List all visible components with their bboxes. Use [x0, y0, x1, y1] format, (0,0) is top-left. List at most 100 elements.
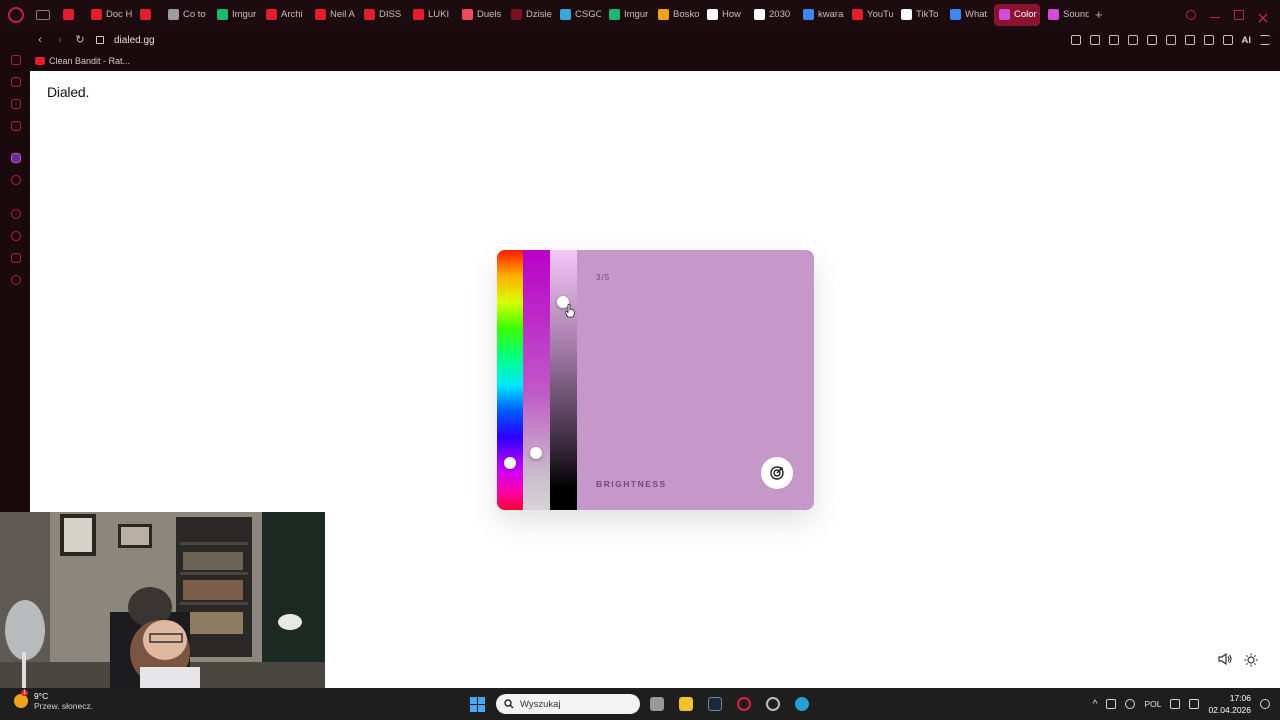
tab-label: DISS	[379, 9, 402, 20]
tray-app-icon[interactable]	[1106, 699, 1117, 709]
twitch-icon[interactable]	[11, 153, 21, 163]
shopping-icon[interactable]	[11, 77, 21, 87]
site-logo[interactable]: Dialed.	[47, 84, 89, 100]
language-indicator[interactable]: POL	[1144, 699, 1161, 709]
tab-label: 2030	[769, 9, 791, 20]
theme-toggle-icon[interactable]	[1244, 653, 1258, 667]
search-tabs-icon[interactable]	[1186, 9, 1196, 20]
notifications-icon[interactable]	[1260, 699, 1270, 709]
slider-mode-label: BRIGHTNESS	[596, 479, 667, 489]
globe-app-icon[interactable]	[795, 697, 809, 711]
browser-tab[interactable]: Archi	[261, 4, 307, 26]
extensions-icon[interactable]	[1184, 35, 1195, 45]
url-field[interactable]: dialed.gg	[114, 35, 155, 46]
heart-icon[interactable]	[1165, 35, 1176, 45]
browser-tab[interactable]: Neil A	[310, 4, 356, 26]
tab-label: kwara	[818, 9, 844, 20]
snapshot-icon[interactable]	[1089, 35, 1100, 45]
maximize-icon[interactable]	[1234, 9, 1244, 20]
opera-menu-icon[interactable]	[8, 6, 24, 23]
browser-tab[interactable]	[58, 4, 83, 26]
browser-tab[interactable]: 2030	[749, 4, 795, 26]
target-icon	[770, 466, 784, 480]
close-icon[interactable]	[1258, 10, 1268, 23]
clock[interactable]: 17:06 02.04.2026	[1208, 692, 1251, 716]
network-icon[interactable]	[1170, 699, 1181, 709]
browser-tab[interactable]: YouTu	[847, 4, 893, 26]
browser-tab[interactable]: TikTo	[896, 4, 942, 26]
tab-label: Dzisie	[526, 9, 552, 20]
steam-icon[interactable]	[708, 697, 722, 711]
settings-icon[interactable]	[11, 275, 21, 285]
browser-tab[interactable]: Co to	[163, 4, 209, 26]
messenger-icon[interactable]	[11, 99, 21, 109]
tab-label: Bosko	[673, 9, 699, 20]
browser-tab[interactable]: How	[702, 4, 746, 26]
translate-icon[interactable]	[1127, 35, 1138, 45]
history-icon[interactable]	[11, 231, 21, 241]
minimize-icon[interactable]	[1210, 12, 1220, 18]
browser-tab[interactable]: Doc H	[86, 4, 132, 26]
tray-chevron-icon[interactable]: ^	[1093, 699, 1098, 710]
pin-icon[interactable]	[1070, 35, 1081, 45]
browser-tab[interactable]	[135, 4, 160, 26]
search-icon	[504, 699, 514, 709]
browser-tab[interactable]: Dzisie	[506, 4, 552, 26]
profile-icon[interactable]	[1203, 35, 1214, 45]
tab-favicon-icon	[707, 9, 718, 20]
weather-badge: 1	[21, 690, 29, 696]
tab-label: Color G	[1014, 9, 1040, 20]
brightness-slider[interactable]	[550, 250, 577, 510]
browser-tab[interactable]: Color G	[994, 3, 1041, 26]
opera-gx-icon[interactable]	[737, 697, 751, 711]
file-explorer-icon[interactable]	[679, 697, 693, 711]
sound-toggle-icon[interactable]	[1218, 653, 1232, 665]
tab-favicon-icon	[413, 9, 424, 20]
browser-tab[interactable]: Imgur	[604, 4, 650, 26]
music-player-icon[interactable]	[11, 175, 21, 185]
ai-sidebar-icon[interactable]	[11, 55, 21, 65]
tab-label: Doc H	[106, 9, 132, 20]
submit-color-button[interactable]	[761, 457, 793, 489]
microphone-icon[interactable]	[1125, 699, 1136, 709]
lock-icon	[96, 36, 104, 44]
bookmark-item[interactable]: Clean Bandit - Rat...	[35, 56, 130, 66]
shield-icon[interactable]	[1108, 35, 1119, 45]
saturation-slider[interactable]	[523, 250, 550, 510]
back-icon[interactable]: ‹	[34, 34, 46, 46]
forward-icon[interactable]: ›	[54, 34, 66, 46]
weather-widget[interactable]: 1 9°C Przew. słonecz.	[14, 690, 93, 711]
search-placeholder: Wyszukaj	[520, 698, 561, 710]
browser-tab[interactable]: Duels	[457, 4, 503, 26]
browser-tab[interactable]: kwara	[798, 4, 844, 26]
chrome-icon[interactable]	[766, 697, 780, 711]
tab-favicon-icon	[266, 9, 277, 20]
clock-date: 02.04.2026	[1208, 705, 1251, 715]
crypto-wallet-icon[interactable]	[11, 121, 21, 131]
play-icon[interactable]	[1146, 35, 1157, 45]
tab-favicon-icon	[803, 9, 815, 20]
browser-tab[interactable]: What	[945, 4, 991, 26]
saturation-slider-handle[interactable]	[530, 446, 542, 459]
browser-tab[interactable]: LUKI	[408, 4, 454, 26]
tab-overview-icon[interactable]	[36, 9, 50, 20]
windows-start-icon[interactable]	[470, 697, 485, 712]
browser-tab[interactable]: Imgur	[212, 4, 258, 26]
extensions-sidebar-icon[interactable]	[11, 253, 21, 263]
menu-icon[interactable]	[1260, 35, 1270, 45]
ai-button[interactable]: AI	[1242, 35, 1252, 46]
task-view-icon[interactable]	[650, 697, 664, 711]
player-icon[interactable]	[11, 209, 21, 219]
volume-icon[interactable]	[1189, 699, 1200, 709]
taskbar-search[interactable]: Wyszukaj	[496, 694, 640, 714]
browser-tab[interactable]: DISS	[359, 4, 405, 26]
webcam-overlay	[0, 512, 325, 692]
browser-tab[interactable]: Bosko	[653, 4, 699, 26]
new-tab-icon[interactable]: +	[1095, 7, 1103, 22]
system-tray: ^ POL 17:06 02.04.2026	[1093, 688, 1270, 720]
download-icon[interactable]	[1222, 35, 1233, 45]
hue-slider[interactable]	[497, 250, 523, 510]
reload-icon[interactable]: ↻	[74, 34, 86, 46]
browser-tab[interactable]: Sound	[1043, 4, 1089, 26]
browser-tab[interactable]: CSGO	[555, 4, 601, 26]
